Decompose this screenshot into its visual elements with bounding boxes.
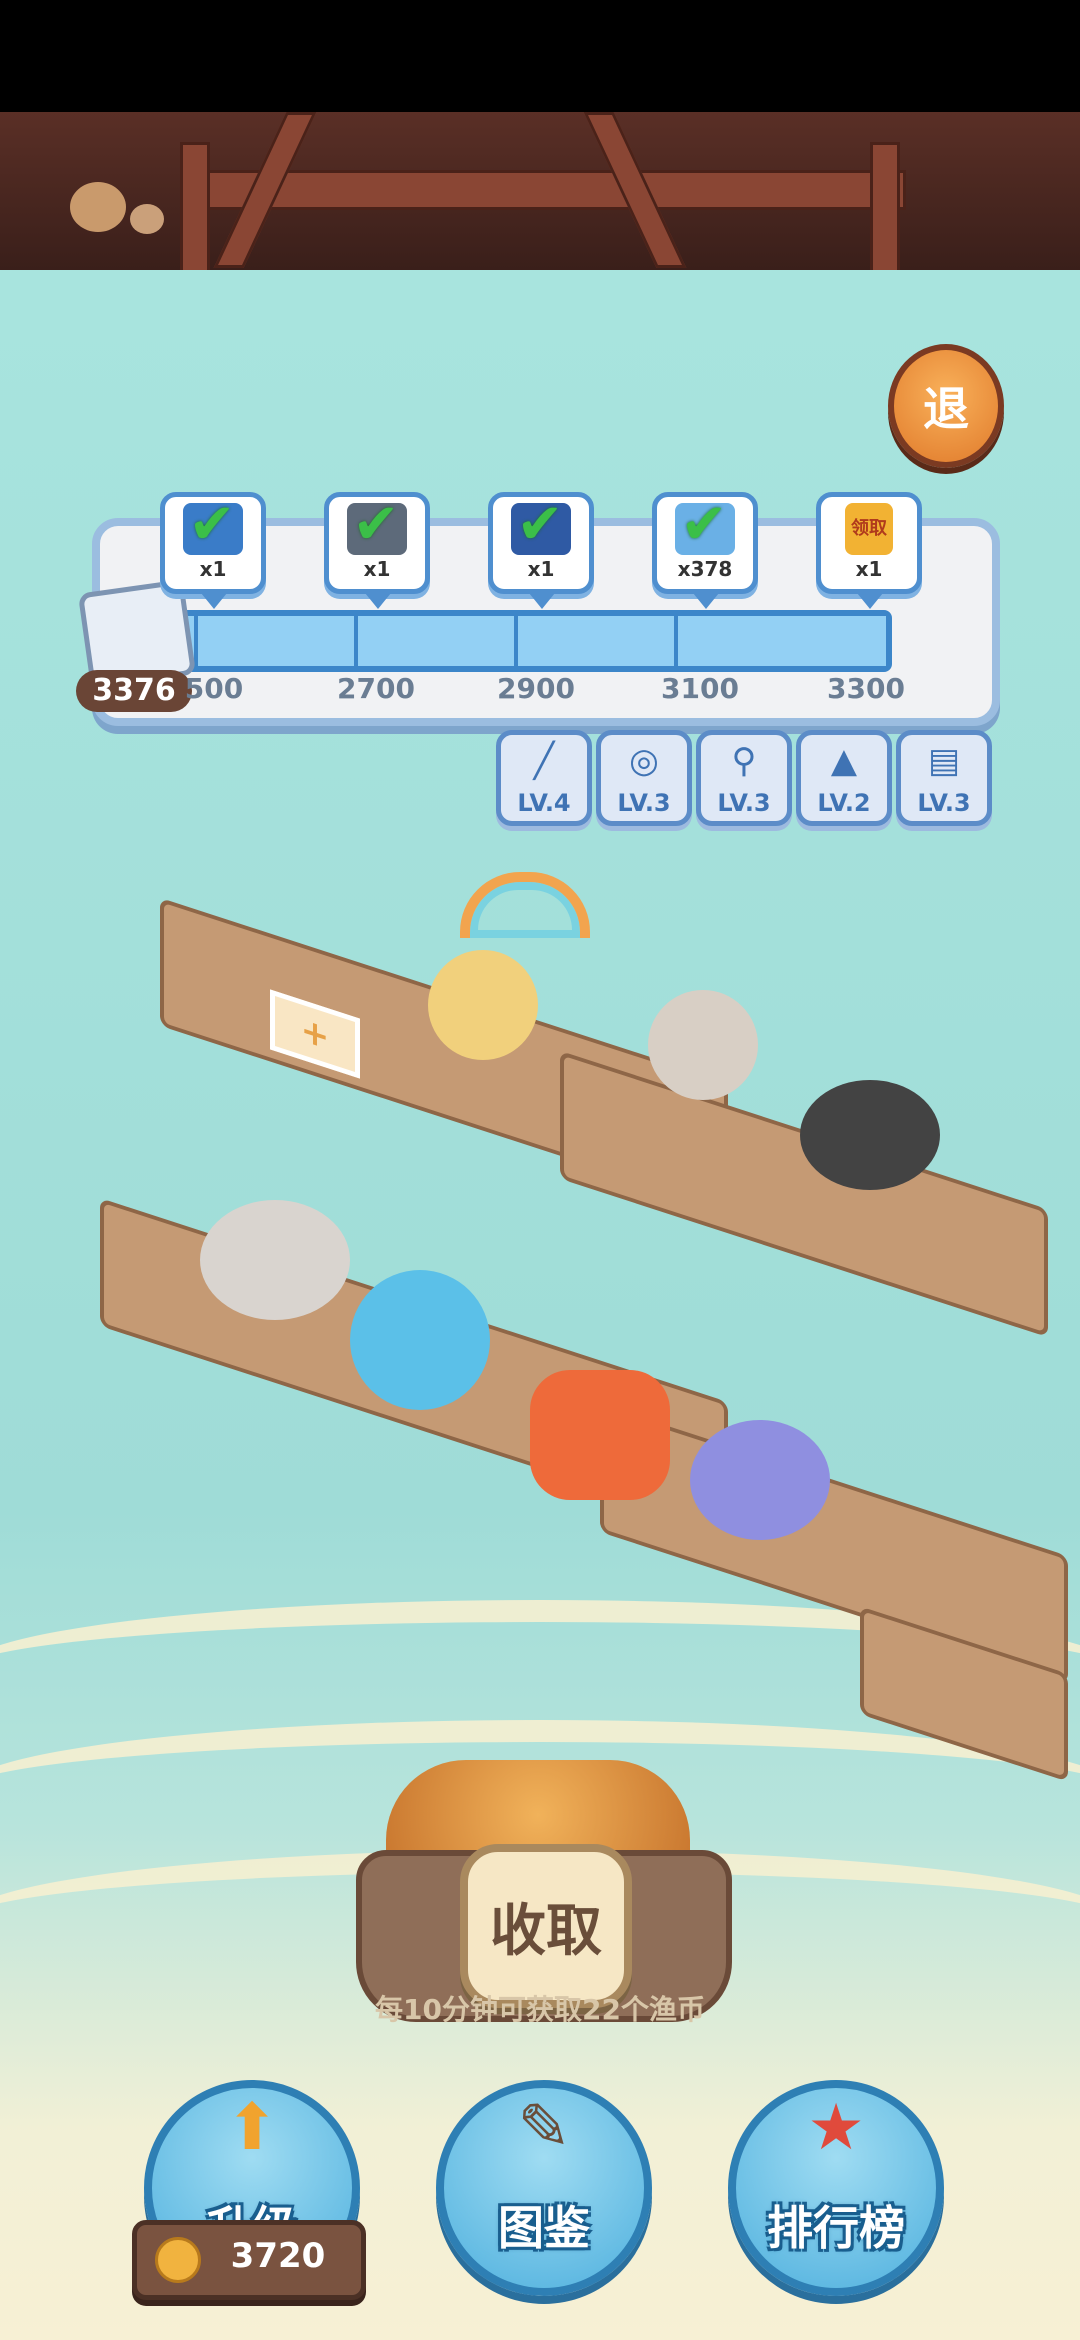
reward-qty: x1: [855, 557, 883, 581]
reward-slot[interactable]: ✔ x1: [324, 492, 430, 609]
guide-label: 图鉴: [498, 2201, 590, 2255]
check-icon: ✔: [516, 492, 564, 557]
coin-balance: 3720: [132, 2220, 366, 2300]
reel-icon: ◎: [629, 741, 659, 781]
check-icon: ✔: [352, 492, 400, 557]
gear-level: LV.3: [617, 789, 671, 817]
arrow-up-icon: ⬆: [225, 2091, 279, 2165]
fisher-character[interactable]: [350, 1270, 490, 1410]
milestone-label: 2900: [497, 672, 575, 705]
bird-icon: [70, 182, 126, 232]
gear-reel[interactable]: ◎ LV.3: [596, 730, 692, 826]
progress-divider: [674, 616, 678, 666]
fisher-character[interactable]: [428, 950, 538, 1060]
gear-bench[interactable]: ▤ LV.3: [896, 730, 992, 826]
reward-slot[interactable]: 领取 x1: [816, 492, 922, 609]
milestone-label: 3300: [827, 672, 905, 705]
milestone-label: 3100: [661, 672, 739, 705]
gear-level: LV.3: [917, 789, 971, 817]
coin-value: 3720: [230, 2236, 326, 2276]
reward-qty: x1: [363, 557, 391, 581]
gear-hook[interactable]: ⚲ LV.3: [696, 730, 792, 826]
fishing-rod-icon: ╱: [533, 741, 555, 781]
reward-slot[interactable]: ✔ x378: [652, 492, 758, 609]
progress-divider: [354, 616, 358, 666]
collect-button[interactable]: 收取: [460, 1844, 632, 2008]
ceiling-beam: [180, 142, 210, 276]
coin-basket: 收取: [356, 1760, 732, 2022]
gear-fishing-rod[interactable]: ╱ LV.4: [496, 730, 592, 826]
fisher-character[interactable]: [530, 1370, 670, 1500]
hook-icon: ⚲: [731, 741, 757, 781]
status-bar-area: [0, 0, 1080, 112]
exit-label: 退: [923, 382, 969, 436]
progress-divider: [514, 616, 518, 666]
bench-icon: ▤: [927, 741, 961, 781]
milestone-label: 500: [184, 672, 244, 705]
milestone-label: 2700: [337, 672, 415, 705]
trophy-icon: ★: [807, 2091, 865, 2165]
bird-icon: [130, 204, 164, 234]
wooden-ceiling: [0, 112, 1080, 276]
ceiling-beam: [870, 142, 900, 276]
gear-level: LV.3: [717, 789, 771, 817]
reward-qty: x378: [677, 557, 733, 581]
fisher-character[interactable]: [800, 1080, 940, 1190]
ranking-button[interactable]: ★ 排行榜: [728, 2080, 944, 2296]
hat-icon: ▲: [830, 741, 858, 781]
progress-divider: [194, 616, 198, 666]
claim-tag: 领取: [845, 503, 893, 555]
gear-level: LV.2: [817, 789, 871, 817]
reward-progress-bar: [168, 610, 892, 672]
check-icon: ✔: [680, 492, 728, 557]
book-icon: ✎: [517, 2091, 571, 2165]
fisher-character[interactable]: [200, 1200, 350, 1320]
exit-button[interactable]: 退: [888, 344, 1004, 468]
reward-slot[interactable]: ✔ x1: [160, 492, 266, 609]
ranking-label: 排行榜: [767, 2201, 905, 2255]
coin-icon: [155, 2237, 201, 2283]
check-icon: ✔: [188, 492, 236, 557]
fisher-character[interactable]: [690, 1420, 830, 1540]
reward-qty: x1: [199, 557, 227, 581]
gear-hat[interactable]: ▲ LV.2: [796, 730, 892, 826]
fisher-character[interactable]: [648, 990, 758, 1100]
reward-qty: x1: [527, 557, 555, 581]
collect-label: 收取: [490, 1898, 602, 1964]
progress-fill: [174, 616, 886, 666]
gear-level: LV.4: [517, 789, 571, 817]
guide-button[interactable]: ✎ 图鉴: [436, 2080, 652, 2296]
ceiling-beam: [180, 170, 906, 210]
collect-tip: 每10分钟可获取22个渔币: [375, 1993, 705, 2026]
reward-slot[interactable]: ✔ x1: [488, 492, 594, 609]
